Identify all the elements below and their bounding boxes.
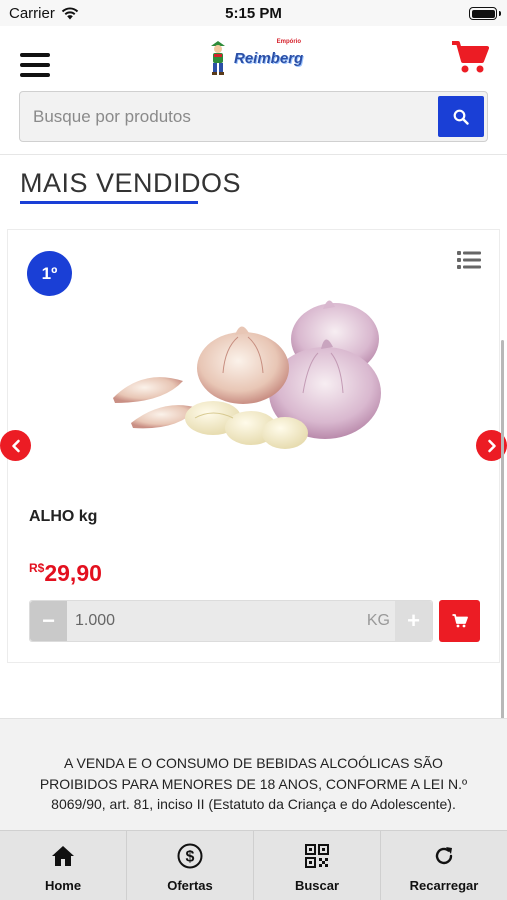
app-header: Reimberg Empório <box>0 26 507 90</box>
logo-text: Reimberg <box>234 49 304 67</box>
quantity-decrease-button[interactable]: − <box>30 601 67 641</box>
battery-icon <box>469 7 501 20</box>
quantity-input[interactable] <box>67 601 397 641</box>
section-title: MAIS VENDIDOS <box>20 168 242 198</box>
tab-label-buscar: Buscar <box>294 878 340 893</box>
status-time: 5:15 PM <box>225 5 282 22</box>
chevron-left-icon <box>11 439 20 452</box>
price-currency: R$ <box>29 561 45 575</box>
product-name[interactable]: ALHO kg <box>29 508 97 526</box>
scrollbar[interactable] <box>501 340 504 742</box>
section-underline <box>20 201 198 204</box>
tab-buscar[interactable]: Buscar <box>254 831 381 900</box>
quantity-increase-button[interactable]: + <box>395 601 432 641</box>
tab-label-ofertas: Ofertas <box>167 878 213 893</box>
qr-code-icon <box>305 844 329 868</box>
product-card[interactable]: 1º ALHO kg R$29,90 − 1.000 KG + <box>7 229 500 663</box>
bottom-tab-bar: Home $ Ofertas Buscar Recarregar <box>0 830 507 900</box>
carousel-prev-button[interactable] <box>0 430 31 461</box>
list-view-icon[interactable] <box>457 250 481 270</box>
add-to-cart-button[interactable] <box>439 600 480 642</box>
hamburger-menu-icon[interactable] <box>20 53 50 77</box>
cart-icon <box>452 614 468 628</box>
logo-subtext: Empório <box>276 39 301 45</box>
status-bar: Carrier 5:15 PM <box>0 0 507 26</box>
product-price: R$29,90 <box>29 560 102 587</box>
tab-ofertas[interactable]: $ Ofertas <box>127 831 254 900</box>
product-image[interactable] <box>103 273 403 473</box>
legal-notice: A VENDA E O CONSUMO DE BEBIDAS ALCOÓLICA… <box>0 718 507 838</box>
chevron-right-icon <box>487 439 496 452</box>
legal-notice-text: A VENDA E O CONSUMO DE BEBIDAS ALCOÓLICA… <box>39 755 468 812</box>
dollar-icon: $ <box>177 843 203 869</box>
home-icon <box>52 846 74 866</box>
search-input[interactable] <box>20 92 438 141</box>
cart-icon[interactable] <box>451 40 489 74</box>
reload-icon <box>435 847 453 865</box>
rank-badge: 1º <box>27 251 72 296</box>
tab-label-home: Home <box>44 878 82 893</box>
store-logo[interactable]: Reimberg Empório <box>205 38 305 78</box>
tab-recarregar[interactable]: Recarregar <box>381 831 507 900</box>
logo-mascot-icon <box>211 41 225 75</box>
quantity-unit: KG <box>366 612 390 629</box>
price-value: 29,90 <box>44 560 102 586</box>
header-divider <box>0 154 507 155</box>
tab-label-recarregar: Recarregar <box>409 878 479 893</box>
tab-home[interactable]: Home <box>0 831 127 900</box>
search-button[interactable] <box>438 96 484 137</box>
search-bar <box>19 91 488 142</box>
svg-text:$: $ <box>186 849 195 866</box>
quantity-stepper: − KG + <box>29 600 433 642</box>
search-icon <box>453 109 469 125</box>
